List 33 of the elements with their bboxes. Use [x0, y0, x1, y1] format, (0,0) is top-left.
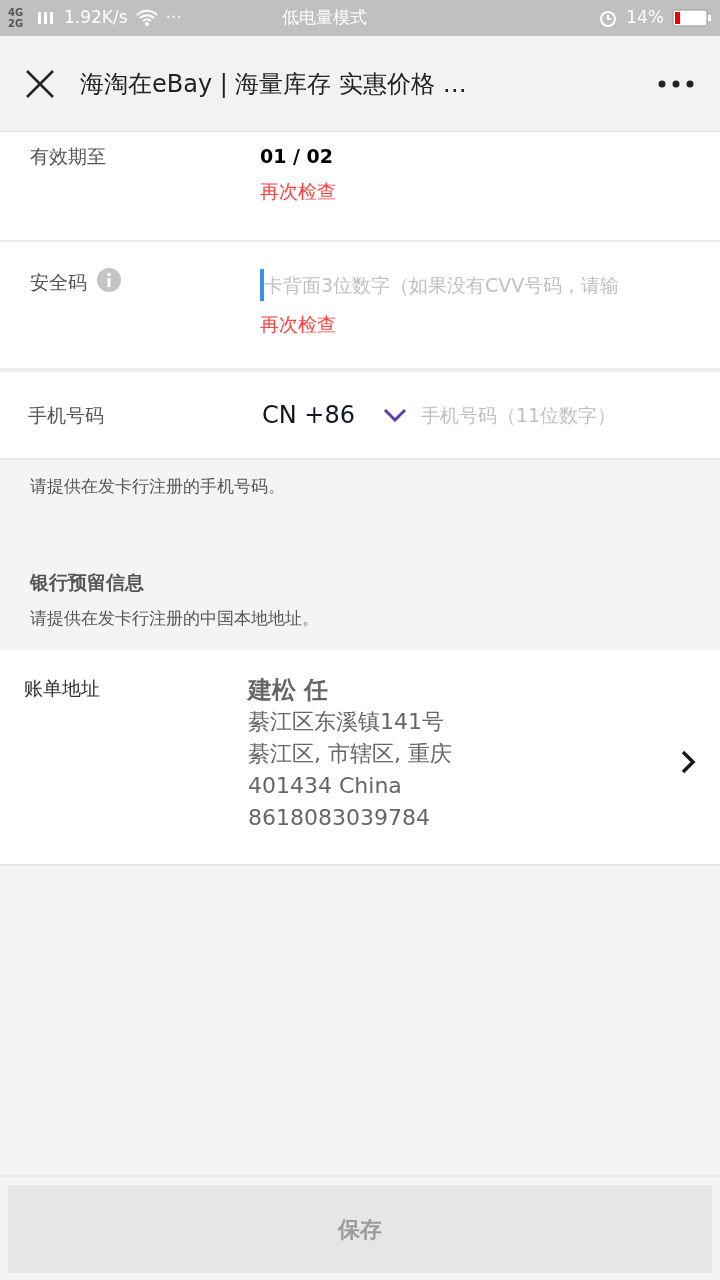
section-title: 银行预留信息 — [30, 569, 145, 595]
billing-address-row[interactable]: 账单地址 建松 任 綦江区东溪镇141号 綦江区, 市辖区, 重庆 401434 China 8618083039784 — [0, 650, 720, 866]
address-name: 建松 任 — [248, 675, 330, 706]
phone-field[interactable]: 手机号码（11位数字） — [421, 400, 692, 430]
address-line: 綦江区东溪镇141号 — [248, 708, 445, 736]
signal-icon — [38, 10, 56, 26]
hint-text: 请提供在发卡行注册的手机号码。 — [30, 475, 286, 498]
alarm-icon — [598, 8, 619, 28]
error-message: 再次检查 — [260, 178, 336, 204]
network-speed: 1.92K/s — [64, 6, 128, 30]
network-label: 4G 2G — [8, 7, 25, 29]
mode-label: 低电量模式 — [281, 6, 367, 30]
close-icon — [25, 68, 55, 99]
chevron-down-icon — [383, 408, 407, 422]
address-line: 8618083039784 — [248, 804, 431, 832]
address-line: 401434 China — [248, 772, 403, 800]
battery-icon — [672, 8, 712, 28]
field-label: 手机号码 — [28, 402, 105, 428]
error-message: 再次检查 — [260, 312, 337, 337]
field-label: 有效期至 — [30, 144, 107, 169]
country-code-select[interactable]: CN +86 — [262, 397, 407, 433]
security-code-field[interactable]: 卡背面3位数字（如果没有CVV号码，请输 — [260, 268, 690, 302]
expiry-value: 01 / 02 — [260, 144, 335, 169]
more-indicator: ··· — [165, 6, 182, 30]
battery-percent: 14% — [626, 6, 664, 30]
page-title: 海淘在eBay | 海量库存 实惠价格 … — [80, 68, 468, 100]
wifi-icon — [135, 9, 158, 27]
hint-text: 请提供在发卡行注册的中国本地地址。 — [30, 607, 320, 630]
close-button[interactable] — [24, 67, 56, 100]
chevron-right-icon — [680, 750, 696, 774]
address-line: 綦江区, 市辖区, 重庆 — [248, 740, 453, 768]
field-label: 安全码 — [30, 270, 87, 295]
more-icon — [658, 79, 694, 88]
